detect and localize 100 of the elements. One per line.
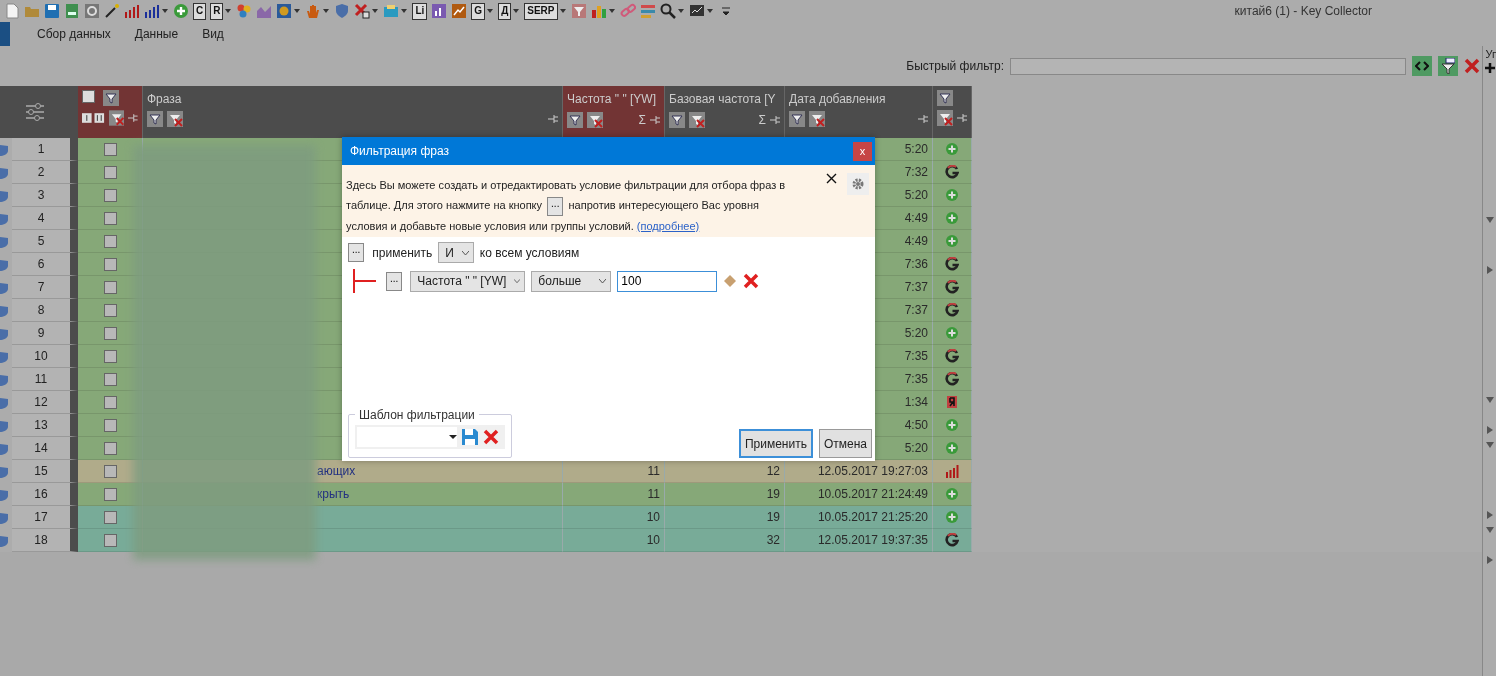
bar-chart-icon[interactable]: [144, 3, 160, 19]
column-header[interactable]: Фраза: [147, 90, 558, 108]
pin-icon[interactable]: [770, 116, 780, 124]
collapse-icon[interactable]: [1486, 396, 1494, 404]
coin-icon[interactable]: [276, 3, 293, 19]
expand-icon[interactable]: [1486, 426, 1494, 434]
sum-label[interactable]: Σ: [758, 111, 766, 129]
save-icon[interactable]: [461, 428, 479, 446]
menu-item[interactable]: Вид: [193, 25, 239, 43]
column-header[interactable]: Базовая частота [Y: [669, 90, 780, 108]
row-checkbox[interactable]: [103, 534, 117, 548]
save-icon[interactable]: [44, 3, 60, 19]
value-field[interactable]: 100: [617, 270, 718, 292]
delete-icon[interactable]: [743, 273, 760, 289]
caret-icon[interactable]: [372, 9, 379, 13]
filter-icon[interactable]: [789, 111, 805, 127]
caret-icon[interactable]: [487, 9, 494, 13]
field-select[interactable]: Частота " " [YW]: [410, 270, 526, 292]
close-button[interactable]: x: [853, 141, 872, 161]
caret-icon[interactable]: [225, 9, 232, 13]
caret-icon[interactable]: [608, 9, 615, 13]
caret-icon[interactable]: [706, 9, 713, 13]
row-checkbox[interactable]: [103, 419, 117, 433]
details-link[interactable]: (подробнее): [636, 219, 700, 232]
quick-filter-field[interactable]: [1010, 57, 1406, 75]
pin-icon[interactable]: [548, 115, 558, 123]
row-checkbox[interactable]: [103, 304, 117, 318]
caret-icon[interactable]: [323, 9, 330, 13]
more-button[interactable]: ...: [348, 243, 365, 262]
cross-icon[interactable]: [354, 3, 371, 19]
monitor-icon[interactable]: [688, 3, 705, 19]
column-header[interactable]: Частота " " [YW]: [567, 90, 660, 108]
search-icon[interactable]: [659, 3, 676, 19]
row-checkbox[interactable]: [103, 212, 117, 226]
collapse-icon[interactable]: [1486, 441, 1494, 449]
caret-icon[interactable]: [513, 9, 520, 13]
collapse-icon[interactable]: [1486, 526, 1494, 534]
delete-icon[interactable]: [483, 429, 499, 445]
row-checkbox[interactable]: [103, 396, 117, 410]
more-button[interactable]: ...: [386, 271, 403, 291]
blocks-icon[interactable]: [590, 3, 607, 19]
letter-button[interactable]: G: [471, 2, 486, 20]
menu-item[interactable]: Сбор данных: [28, 25, 126, 43]
expand-icon[interactable]: [1486, 511, 1494, 519]
caret-icon[interactable]: [294, 9, 301, 13]
row-checkbox[interactable]: [103, 166, 117, 180]
column-header[interactable]: Дата добавления: [789, 90, 928, 108]
row-checkbox[interactable]: [103, 235, 117, 249]
filter-clear-icon[interactable]: [689, 112, 705, 128]
row-checkbox[interactable]: [103, 350, 117, 364]
filter-icon[interactable]: [669, 112, 685, 128]
sum-label[interactable]: Σ: [638, 111, 646, 129]
pin-icon[interactable]: [957, 114, 967, 122]
dialog-button[interactable]: Отмена: [818, 429, 872, 458]
column-chart-icon[interactable]: [431, 3, 448, 19]
letter-button[interactable]: SERP: [524, 2, 558, 20]
letter-button[interactable]: R: [210, 2, 224, 20]
toggle-icon[interactable]: [82, 113, 106, 123]
row-checkbox[interactable]: [103, 511, 117, 525]
wand-icon[interactable]: [104, 3, 120, 19]
caret-icon[interactable]: [401, 9, 408, 13]
filter-button[interactable]: [1438, 56, 1458, 76]
operator-select[interactable]: И: [438, 242, 474, 263]
filter-icon[interactable]: [937, 90, 953, 106]
funnel-icon[interactable]: [570, 3, 587, 19]
pin-icon[interactable]: [128, 114, 138, 122]
close-icon[interactable]: [826, 172, 837, 184]
row-checkbox[interactable]: [103, 327, 117, 341]
dialog-button[interactable]: Применить: [738, 429, 813, 458]
filter-clear-icon[interactable]: [167, 111, 183, 127]
expand-icon[interactable]: [1486, 266, 1494, 274]
pin-icon[interactable]: [650, 116, 660, 124]
row-checkbox[interactable]: [103, 442, 117, 456]
filter-icon[interactable]: [567, 112, 583, 128]
letter-button[interactable]: Li: [412, 2, 428, 20]
filter-clear-icon[interactable]: [587, 112, 603, 128]
comparison-select[interactable]: больше: [531, 270, 612, 292]
expand-icon[interactable]: [1486, 556, 1494, 564]
filter-icon[interactable]: [147, 111, 163, 127]
select-all-checkbox[interactable]: [82, 90, 95, 103]
code-button[interactable]: [1412, 56, 1432, 76]
filter-icon[interactable]: [103, 90, 119, 106]
letter-button[interactable]: C: [193, 2, 207, 20]
filter-clear-icon[interactable]: [809, 111, 825, 127]
plus-icon[interactable]: [1484, 62, 1495, 73]
settings-button[interactable]: [847, 173, 869, 195]
document-icon[interactable]: [4, 3, 20, 19]
spreadsheet-icon[interactable]: [64, 3, 80, 19]
collapse-icon[interactable]: [1486, 216, 1494, 224]
letter-button[interactable]: Д: [498, 2, 512, 20]
caret-icon[interactable]: [559, 9, 566, 13]
pin-icon[interactable]: [918, 115, 928, 123]
row-checkbox[interactable]: [103, 488, 117, 502]
caret-icon[interactable]: [677, 9, 684, 13]
row-checkbox[interactable]: [103, 281, 117, 295]
more-button[interactable]: ...: [547, 196, 564, 216]
line-chart-icon[interactable]: [451, 3, 468, 19]
filter-clear-icon[interactable]: [937, 110, 953, 126]
filter-clear-icon[interactable]: [109, 110, 125, 126]
row-checkbox[interactable]: [103, 258, 117, 272]
